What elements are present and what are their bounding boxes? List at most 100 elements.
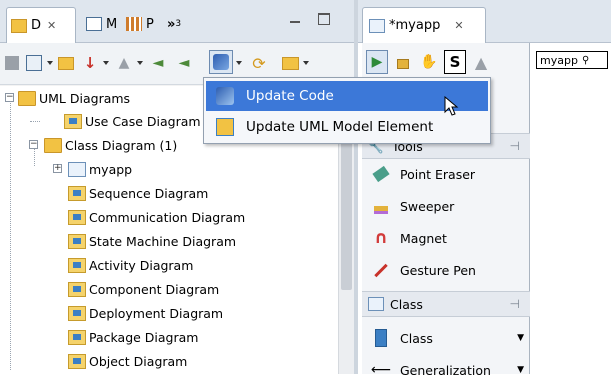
- palette-section-class[interactable]: Class ⊣: [362, 291, 530, 317]
- class-diagram-icon: [368, 297, 384, 311]
- canvas-name-field[interactable]: myapp ⚲: [536, 51, 608, 69]
- communication-diagram-icon: [68, 209, 86, 225]
- tree-item-myapp[interactable]: myapp: [68, 158, 132, 180]
- folder-icon: [18, 90, 36, 106]
- class-icon: [370, 327, 392, 349]
- palette-item-class[interactable]: Class ▼: [370, 323, 524, 353]
- left-view-tab-bar: D ✕ M P » 3: [0, 0, 354, 43]
- select-pointer-icon[interactable]: ▶: [366, 50, 388, 74]
- activity-diagram-icon: [68, 257, 86, 273]
- palette-item-point-eraser[interactable]: Point Eraser: [370, 159, 475, 189]
- chevron-down-icon[interactable]: [303, 61, 309, 65]
- tree-item-label: Object Diagram: [89, 353, 188, 369]
- palette-item-label: Generalization: [400, 362, 491, 378]
- package-diagram-icon: [68, 329, 86, 345]
- tree-item-label: myapp: [89, 161, 133, 177]
- tree-item-state-machine-diagram[interactable]: State Machine Diagram: [68, 230, 236, 252]
- up-arrow-icon[interactable]: ▲: [114, 53, 134, 73]
- mouse-cursor-icon: [444, 96, 459, 116]
- overflow-count: 3: [175, 19, 182, 29]
- palette-item-label: Magnet: [400, 230, 447, 246]
- chevron-down-icon[interactable]: [103, 61, 109, 65]
- deployment-diagram-icon: [68, 305, 86, 321]
- tab-property[interactable]: P: [122, 8, 158, 40]
- palette-item-label: Class: [400, 330, 433, 346]
- tab-model-explorer[interactable]: M: [82, 8, 121, 40]
- sketch-s-icon[interactable]: S: [444, 50, 466, 74]
- tree-item-class-diagram[interactable]: Class Diagram (1): [44, 134, 177, 156]
- lock-icon[interactable]: [392, 50, 414, 74]
- tree-item-use-case-diagram[interactable]: Use Case Diagram: [64, 110, 201, 132]
- panel-divider[interactable]: [354, 0, 358, 374]
- overflow-chevron-icon: »: [167, 16, 176, 32]
- tree-item-label: Package Diagram: [89, 329, 199, 345]
- chevron-down-icon[interactable]: [137, 61, 143, 65]
- collapse-icon[interactable]: −: [29, 140, 38, 149]
- update-code-icon: [214, 85, 236, 107]
- pin-icon[interactable]: ⊣: [510, 297, 520, 311]
- new-diagram-icon[interactable]: [24, 53, 44, 73]
- tree-item-sequence-diagram[interactable]: Sequence Diagram: [68, 182, 208, 204]
- left-arrow-icon[interactable]: ◄: [148, 53, 168, 73]
- palette-item-generalization[interactable]: ⟵ Generalization ▼: [370, 355, 524, 385]
- palette-item-gesture-pen[interactable]: Gesture Pen: [370, 255, 476, 285]
- tab-diagram-navigator[interactable]: D ✕: [6, 7, 76, 43]
- tree-item-label: Deployment Diagram: [89, 305, 224, 321]
- refresh-icon[interactable]: ⟳: [249, 53, 269, 73]
- canvas-field-value: myapp: [540, 53, 578, 67]
- diagram-canvas[interactable]: myapp ⚲: [531, 43, 611, 374]
- sort-icon[interactable]: ↓: [80, 53, 100, 73]
- tree-item-label: Component Diagram: [89, 281, 220, 297]
- pin-icon[interactable]: ⊣: [510, 139, 520, 153]
- chevron-down-icon[interactable]: ▼: [517, 333, 524, 343]
- folder-arrow-icon[interactable]: [56, 53, 76, 73]
- tree-item-label: State Machine Diagram: [89, 233, 237, 249]
- tree-item-label: Use Case Diagram: [85, 113, 201, 129]
- point-eraser-icon: [370, 163, 392, 185]
- tree-item-label: UML Diagrams: [39, 90, 131, 106]
- editor-tab-myapp[interactable]: *myapp ✕: [362, 7, 486, 43]
- close-icon[interactable]: ✕: [454, 19, 463, 32]
- search-icon[interactable]: ⚲: [582, 55, 589, 66]
- open-folder-icon[interactable]: [280, 53, 300, 73]
- palette-section-label: Class: [390, 296, 423, 312]
- tree-item-object-diagram[interactable]: Object Diagram: [68, 350, 187, 372]
- tab-label: P: [146, 16, 154, 32]
- tree-item-uml-diagrams[interactable]: UML Diagrams: [18, 87, 130, 109]
- maximize-icon[interactable]: [318, 13, 330, 25]
- tree-item-label: Communication Diagram: [89, 209, 246, 225]
- round-trip-icon[interactable]: [209, 50, 233, 74]
- left-arrow-icon[interactable]: ◄: [174, 53, 194, 73]
- grey-square-icon[interactable]: [2, 53, 22, 73]
- tab-label: M: [106, 16, 118, 32]
- menu-item-label: Update UML Model Element: [246, 119, 434, 135]
- tab-overflow[interactable]: » 3: [163, 8, 185, 40]
- model-explorer-icon: [86, 17, 102, 31]
- tree-item-communication-diagram[interactable]: Communication Diagram: [68, 206, 245, 228]
- tree-item-label: Class Diagram (1): [65, 137, 178, 153]
- palette-item-sweeper[interactable]: Sweeper: [370, 191, 454, 221]
- tree-item-component-diagram[interactable]: Component Diagram: [68, 278, 219, 300]
- close-icon[interactable]: ✕: [47, 19, 56, 32]
- triangle-icon[interactable]: ▲: [470, 50, 492, 74]
- state-machine-diagram-icon: [68, 233, 86, 249]
- palette-tool-row: ▶ ✋ S ▲: [362, 47, 530, 79]
- use-case-diagram-icon: [64, 113, 82, 129]
- editor-tab-label: *myapp: [389, 18, 441, 33]
- collapse-icon[interactable]: −: [5, 93, 14, 102]
- tree-item-package-diagram[interactable]: Package Diagram: [68, 326, 198, 348]
- tree-item-deployment-diagram[interactable]: Deployment Diagram: [68, 302, 223, 324]
- class-diagram-icon: [369, 18, 385, 33]
- chevron-down-icon[interactable]: [236, 61, 242, 65]
- sweeper-icon: [370, 195, 392, 217]
- tree-item-activity-diagram[interactable]: Activity Diagram: [68, 254, 193, 276]
- palette-item-label: Gesture Pen: [400, 262, 476, 278]
- expand-icon[interactable]: +: [53, 164, 62, 173]
- minimize-icon[interactable]: [289, 14, 301, 26]
- object-diagram-icon: [68, 353, 86, 369]
- chevron-down-icon[interactable]: [47, 61, 53, 65]
- palette-item-magnet[interactable]: ∩ Magnet: [370, 223, 447, 253]
- hand-icon[interactable]: ✋: [418, 50, 440, 74]
- palette-item-label: Point Eraser: [400, 166, 476, 182]
- update-model-icon: [214, 116, 236, 138]
